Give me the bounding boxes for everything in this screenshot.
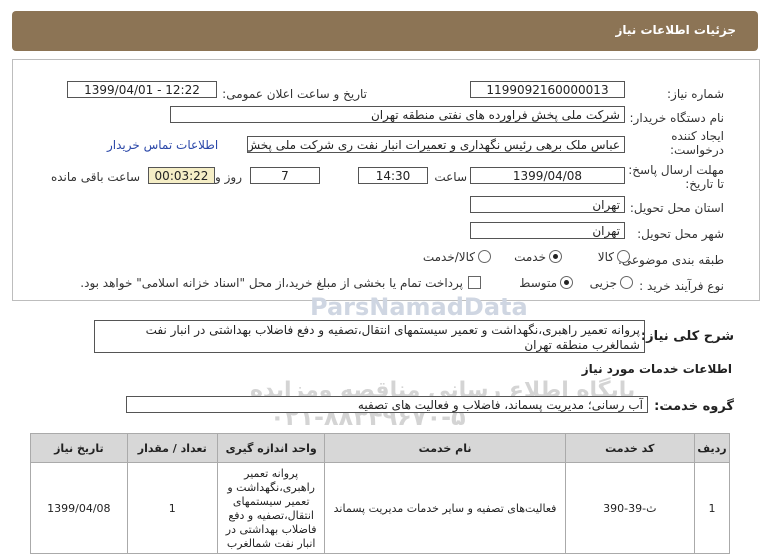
treasury-bonds-text: پرداخت تمام یا بخشی از مبلغ خرید،از محل … [80,276,463,290]
page-title: جزئیات اطلاعات نیاز [615,23,736,37]
category-option-goods-service: کالا/خدمت [422,250,475,264]
table-row: 1399/04/08 1 پروانه تعمیر راهبری،نگهداشت… [30,462,731,554]
deadline-days-field: 7 [250,167,320,184]
service-group-label: گروه خدمت: [654,399,734,414]
creator-field: عباس ملک برهی رئیس نگهداری و تعمیرات انب… [247,136,625,153]
process-radio-minor[interactable] [620,276,633,289]
category-radio-service[interactable] [549,250,562,263]
category-option-service: خدمت [514,250,546,264]
buyer-label: نام دستگاه خریدار: [629,111,725,125]
cell-service-code: ث-39-390 [564,462,695,554]
col-service-code: کد خدمت [564,433,695,463]
province-label: استان محل تحویل: [629,201,724,215]
deadline-time-label: ساعت [434,170,467,184]
cell-unit: پروانه تعمیر راهبری،نگهداشت و تعمیر سیست… [216,462,326,554]
process-option-minor: جزیی [589,276,617,290]
table-header-row: تاریخ نیاز تعداد / مقدار واحد اندازه گیر… [30,433,731,463]
process-radio-medium[interactable] [560,276,573,289]
col-need-date: تاریخ نیاز [30,433,128,463]
deadline-time-field: 14:30 [358,167,428,184]
deadline-days-label: روز و [215,170,242,184]
col-service-name: نام خدمت [324,433,566,463]
city-label: شهر محل تحویل: [637,227,724,241]
creator-label-line1: ایجاد کننده [671,129,724,143]
deadline-date-field: 1399/04/08 [470,167,625,184]
process-label: نوع فرآیند خرید : [639,279,724,293]
category-radio-goods[interactable] [617,250,630,263]
need-number-label: شماره نیاز: [667,87,724,101]
buyer-contact-link[interactable]: اطلاعات تماس خریدار [107,138,218,152]
province-field: تهران [470,196,625,213]
summary-field: پروانه تعمیر راهبری،نگهداشت و تعمیر سیست… [94,320,645,353]
city-field: تهران [470,222,625,239]
service-group-field: آب رسانی؛ مدیریت پسماند، فاضلاب و فعالیت… [126,396,648,413]
category-label: طبقه بندی موضوعی: [617,253,724,267]
summary-label: شرح کلی نیاز: [640,329,734,344]
cell-service-name: فعالیت‌های تصفیه و سایر خدمات مدیریت پسم… [324,462,566,554]
treasury-bonds-checkbox[interactable] [468,276,481,289]
page-header: جزئیات اطلاعات نیاز [12,11,758,51]
remaining-time-field: 00:03:22 [148,167,215,184]
cell-need-date: 1399/04/08 [30,462,128,554]
col-row: ردیف [693,433,731,463]
summary-line1: پروانه تعمیر راهبری،نگهداشت و تعمیر سیست… [145,323,640,337]
services-table: تاریخ نیاز تعداد / مقدار واحد اندازه گیر… [30,433,731,554]
summary-line2: شمالغرب منطقه تهران [524,338,640,352]
services-heading: اطلاعات خدمات مورد نیاز [581,362,732,376]
need-number-field: 1199092160000013 [470,81,625,98]
process-option-medium: متوسط [519,276,557,290]
cell-quantity: 1 [126,462,218,554]
announce-date-label: تاریخ و ساعت اعلان عمومی: [222,87,367,101]
remaining-time-label: ساعت باقی مانده [50,170,140,184]
category-option-goods: کالا [597,250,614,264]
announce-date-field: 1399/04/01 - 12:22 [67,81,217,98]
cell-row-number: 1 [693,462,731,554]
col-quantity: تعداد / مقدار [126,433,218,463]
deadline-label-line2: تا تاریخ: [685,177,724,191]
deadline-label-line1: مهلت ارسال پاسخ: [628,163,724,177]
creator-label-line2: درخواست: [670,143,724,157]
category-radio-goods-service[interactable] [478,250,491,263]
col-unit: واحد اندازه گیری [216,433,326,463]
buyer-field: شرکت ملی پخش فراورده های نفتی منطقه تهرا… [170,106,625,123]
